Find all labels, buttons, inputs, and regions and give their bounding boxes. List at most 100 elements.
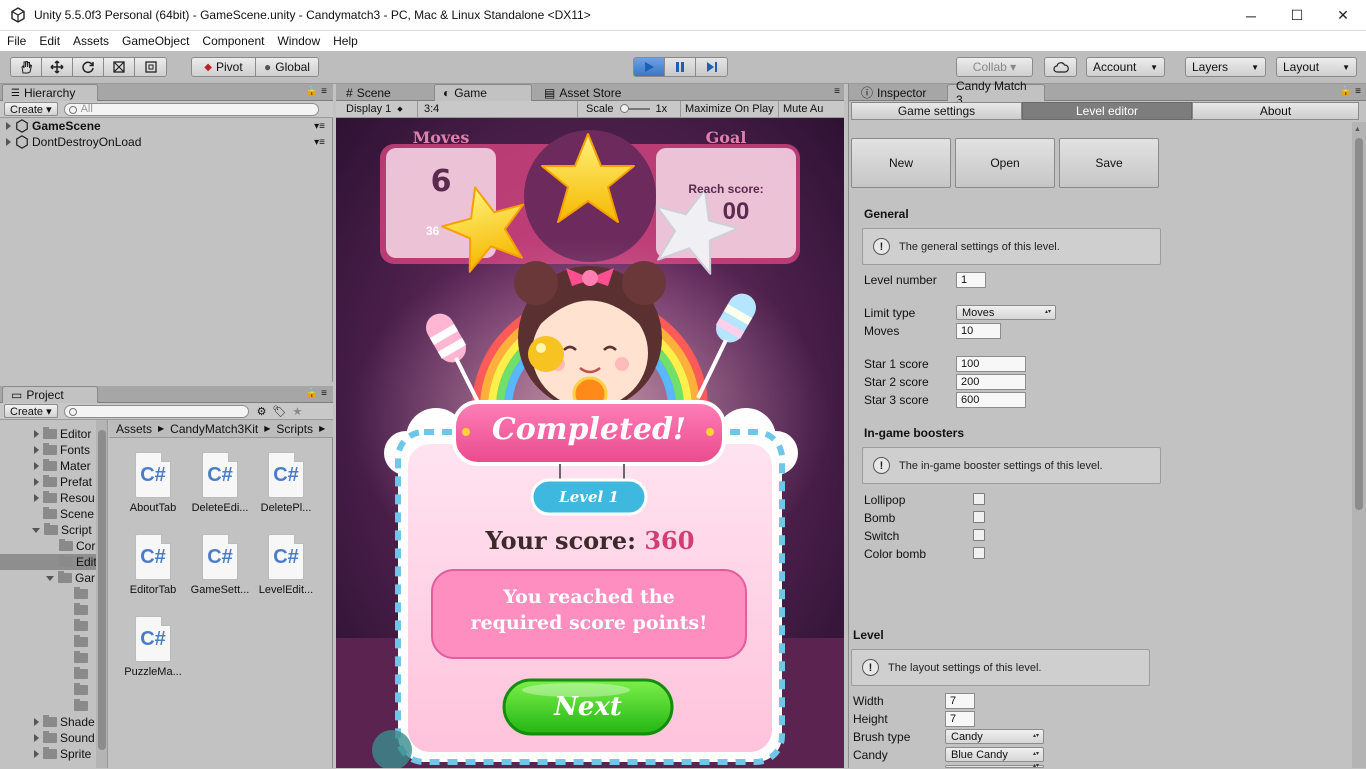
hierarchy-item-dontdestroyonload[interactable]: DontDestroyOnLoad ▾≡	[0, 134, 333, 150]
project-search-input[interactable]	[63, 404, 249, 418]
star2-score-field[interactable]: 200	[956, 374, 1026, 390]
star1-score-field[interactable]: 100	[956, 356, 1026, 372]
tree-item[interactable]: Scene	[43, 506, 94, 522]
collab-button[interactable]: Collab ▾	[956, 57, 1033, 77]
asset-file[interactable]: C# EditorTab	[122, 534, 184, 596]
tree-item[interactable]	[74, 698, 91, 714]
layout-dropdown[interactable]: Layout ▼	[1276, 57, 1357, 77]
tree-item[interactable]	[74, 586, 91, 602]
filter-label-icon[interactable]: 🏷	[272, 405, 286, 418]
asset-file[interactable]: C# PuzzleMa...	[122, 616, 184, 678]
breadcrumb-item[interactable]: CandyMatch3Kit	[170, 422, 258, 436]
account-dropdown[interactable]: Account ▼	[1086, 57, 1165, 77]
game-canvas[interactable]: Moves 6 Goal Reach score: 00 36 Complete…	[336, 118, 844, 768]
tree-item[interactable]: Script	[32, 522, 92, 538]
save-level-button[interactable]: Save	[1059, 138, 1159, 188]
tab-inspector[interactable]: ⓘ Inspector	[853, 84, 934, 101]
aspect-dropdown[interactable]: 3:4	[418, 100, 578, 118]
scale-tool-icon[interactable]	[104, 58, 135, 76]
inspector-scrollbar[interactable]: ▲	[1352, 122, 1366, 768]
move-tool-icon[interactable]	[42, 58, 73, 76]
tree-item[interactable]: Gar	[46, 570, 95, 586]
asset-file[interactable]: C# DeletePl...	[255, 452, 317, 514]
tab-game[interactable]: ◐ Game	[434, 84, 532, 101]
menu-component[interactable]: Component	[195, 34, 270, 48]
open-level-button[interactable]: Open	[955, 138, 1055, 188]
tree-item[interactable]: Cor	[59, 538, 95, 554]
hierarchy-item-gamescene[interactable]: GameScene ▾≡	[0, 118, 333, 134]
play-button[interactable]	[634, 58, 665, 76]
menu-edit[interactable]: Edit	[32, 34, 66, 48]
pivot-button[interactable]: ◆ Pivot	[192, 58, 256, 76]
cloud-button[interactable]	[1044, 57, 1077, 77]
width-field[interactable]: 7	[945, 693, 975, 709]
filter-type-icon[interactable]: ⚙	[257, 405, 267, 418]
minimize-button[interactable]: ─	[1228, 0, 1274, 31]
booster-lollipop-checkbox[interactable]	[973, 493, 985, 505]
new-level-button[interactable]: New	[851, 138, 951, 188]
tab-candy-match-3[interactable]: Candy Match 3	[947, 79, 1045, 107]
tree-item[interactable]: Fonts	[34, 442, 90, 458]
tree-item[interactable]: Prefat	[34, 474, 92, 490]
mute-audio-toggle[interactable]: Mute Au	[779, 101, 823, 118]
tree-item[interactable]: Resou	[34, 490, 95, 506]
tree-item-selected[interactable]: Editi	[0, 554, 107, 570]
tab-game-settings[interactable]: Game settings	[851, 102, 1022, 120]
tree-item[interactable]	[74, 618, 91, 634]
menu-window[interactable]: Window	[270, 34, 326, 48]
booster-switch-checkbox[interactable]	[973, 529, 985, 541]
brush-type-dropdown[interactable]: Candy	[945, 729, 1044, 744]
display-dropdown[interactable]: Display 1 ◆	[336, 100, 418, 118]
hierarchy-create-button[interactable]: Create ▾	[4, 102, 58, 116]
panel-menu-icon[interactable]: ≡	[834, 86, 840, 97]
tree-item[interactable]	[74, 634, 91, 650]
tab-hierarchy[interactable]: ☰ Hierarchy	[2, 84, 98, 101]
star3-score-field[interactable]: 600	[956, 392, 1026, 408]
tab-about[interactable]: About	[1192, 102, 1359, 120]
inspector-scroll-thumb[interactable]	[1355, 138, 1363, 510]
expand-icon[interactable]	[6, 138, 11, 146]
scroll-up-icon[interactable]: ▲	[1354, 126, 1361, 133]
menu-assets[interactable]: Assets	[66, 34, 115, 48]
tab-project[interactable]: ▭ Project	[2, 386, 98, 403]
maximize-on-play-toggle[interactable]: Maximize On Play	[681, 100, 779, 118]
height-field[interactable]: 7	[945, 711, 975, 727]
pause-button[interactable]	[665, 58, 696, 76]
hierarchy-search-input[interactable]: All	[63, 102, 319, 116]
breadcrumb-item[interactable]: Assets	[116, 422, 152, 436]
asset-file[interactable]: C# AboutTab	[122, 452, 184, 514]
close-button[interactable]: ✕	[1320, 0, 1366, 31]
menu-gameobject[interactable]: GameObject	[115, 34, 195, 48]
menu-file[interactable]: File	[0, 34, 32, 48]
tree-item[interactable]	[74, 666, 91, 682]
panel-menu-icon[interactable]: 🔒 ≡	[306, 86, 327, 97]
maximize-button[interactable]: ☐	[1274, 0, 1320, 31]
tab-level-editor[interactable]: Level editor	[1022, 102, 1192, 120]
tab-scene[interactable]: # Scene	[338, 84, 399, 101]
layers-dropdown[interactable]: Layers ▼	[1185, 57, 1266, 77]
limit-type-dropdown[interactable]: Moves	[956, 305, 1056, 320]
rotate-tool-icon[interactable]	[73, 58, 104, 76]
asset-file[interactable]: C# GameSett...	[189, 534, 251, 596]
next-button[interactable]: Next	[504, 680, 672, 734]
tree-item[interactable]	[74, 650, 91, 666]
panel-menu-icon[interactable]: 🔒 ≡	[1340, 86, 1361, 97]
menu-help[interactable]: Help	[326, 34, 364, 48]
rect-tool-icon[interactable]	[135, 58, 166, 76]
hand-tool-icon[interactable]	[11, 58, 42, 76]
asset-file[interactable]: C# LevelEdit...	[255, 534, 317, 596]
favorite-star-icon[interactable]: ★	[292, 405, 302, 418]
project-create-button[interactable]: Create ▾	[4, 404, 58, 418]
level-number-field[interactable]: 1	[956, 272, 986, 288]
tree-item[interactable]: Sprite	[34, 746, 91, 762]
moves-field[interactable]: 10	[956, 323, 1001, 339]
item-menu-icon[interactable]: ▾≡	[314, 137, 325, 148]
global-button[interactable]: ● Global	[256, 58, 318, 76]
booster-color-bomb-checkbox[interactable]	[973, 547, 985, 559]
tree-item[interactable]: Mater	[34, 458, 91, 474]
booster-bomb-checkbox[interactable]	[973, 511, 985, 523]
step-button[interactable]	[696, 58, 727, 76]
tree-scroll-thumb[interactable]	[98, 430, 106, 750]
panel-menu-icon[interactable]: 🔒 ≡	[306, 388, 327, 399]
tab-asset-store[interactable]: ▤ Asset Store	[536, 84, 629, 101]
